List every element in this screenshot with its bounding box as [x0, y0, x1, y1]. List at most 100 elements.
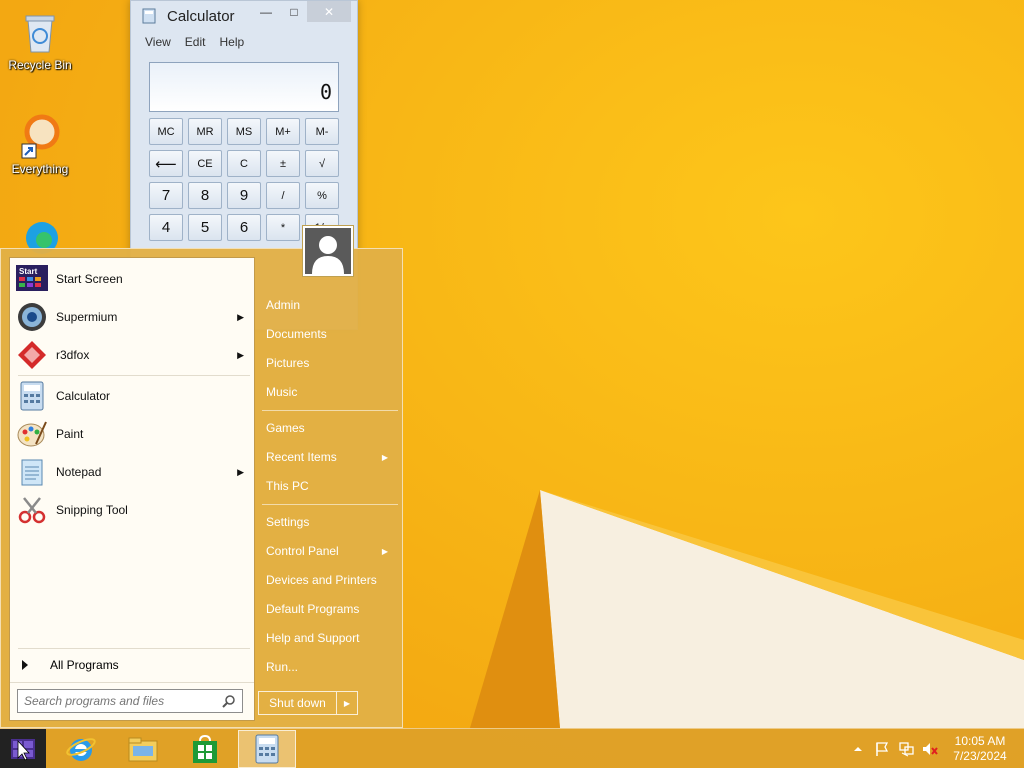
taskbar-store[interactable] — [176, 730, 234, 768]
program-label: Snipping Tool — [56, 503, 128, 517]
memory-add-button[interactable]: M+ — [266, 118, 300, 145]
menu-help[interactable]: Help — [219, 35, 244, 49]
places-separator — [262, 410, 398, 411]
memory-subtract-button[interactable]: M- — [305, 118, 339, 145]
digit-7-button[interactable]: 7 — [149, 182, 183, 209]
clear-button[interactable]: C — [227, 150, 261, 177]
start-orb-icon — [11, 739, 35, 761]
place-help-and-support[interactable]: Help and Support — [258, 626, 398, 650]
program-r3dfox[interactable]: r3dfox ▶ — [10, 337, 254, 373]
clock-date: 7/23/2024 — [953, 749, 1007, 763]
everything-icon — [21, 114, 60, 159]
supermium-icon — [18, 303, 46, 331]
multiply-button[interactable]: * — [266, 214, 300, 241]
submenu-arrow-icon: ▶ — [381, 546, 388, 556]
place-run[interactable]: Run... — [258, 655, 398, 679]
place-label: Devices and Printers — [266, 573, 377, 587]
place-control-panel[interactable]: Control Panel ▶ — [258, 539, 398, 563]
program-snipping-tool[interactable]: Snipping Tool — [10, 492, 254, 528]
desktop-icon-everything[interactable]: Everything — [0, 112, 80, 176]
desktop-icon-recycle-bin[interactable]: Recycle Bin — [0, 8, 80, 72]
maximize-button[interactable]: □ — [283, 1, 305, 22]
place-label: Help and Support — [266, 631, 360, 645]
search-input[interactable] — [24, 691, 222, 711]
clear-entry-button[interactable]: CE — [188, 150, 222, 177]
submenu-arrow-icon: ▶ — [237, 311, 244, 322]
memory-clear-button[interactable]: MC — [149, 118, 183, 145]
shutdown-options-arrow-icon[interactable]: ▶ — [337, 699, 357, 708]
all-programs-separator — [18, 648, 250, 649]
shutdown-button[interactable]: Shut down ▶ — [258, 691, 358, 715]
paint-icon — [17, 421, 47, 447]
calculator-icon — [255, 734, 279, 764]
program-paint[interactable]: Paint — [10, 416, 254, 452]
start-button[interactable] — [0, 729, 46, 768]
memory-store-button[interactable]: MS — [227, 118, 261, 145]
user-avatar-icon — [305, 228, 351, 274]
all-programs-button[interactable]: All Programs — [10, 654, 254, 676]
sqrt-button[interactable]: √ — [305, 150, 339, 177]
program-supermium[interactable]: Supermium ▶ — [10, 299, 254, 335]
taskbar-internet-explorer[interactable] — [52, 730, 110, 768]
memory-recall-button[interactable]: MR — [188, 118, 222, 145]
minimize-button[interactable]: — — [255, 1, 277, 22]
shutdown-label: Shut down — [259, 692, 337, 714]
calculator-icon — [20, 381, 44, 411]
place-documents[interactable]: Documents — [258, 322, 398, 346]
program-label: r3dfox — [56, 348, 90, 362]
taskbar-file-explorer[interactable] — [114, 730, 172, 768]
divide-button[interactable]: / — [266, 182, 300, 209]
backspace-button[interactable]: ⟵ — [149, 150, 183, 177]
place-label: Control Panel — [266, 544, 339, 558]
search-box[interactable] — [17, 689, 243, 713]
close-button[interactable]: ✕ — [307, 1, 351, 22]
digit-9-button[interactable]: 9 — [227, 182, 261, 209]
user-account-picture[interactable] — [302, 225, 354, 277]
all-programs-label: All Programs — [50, 658, 119, 672]
search-icon[interactable] — [222, 694, 236, 708]
program-label: Calculator — [56, 389, 111, 403]
place-this-pc[interactable]: This PC — [258, 474, 398, 498]
place-games[interactable]: Games — [258, 416, 398, 440]
show-hidden-icons-icon[interactable] — [850, 741, 866, 757]
store-icon — [193, 734, 217, 763]
place-label: Pictures — [266, 356, 310, 370]
place-admin[interactable]: Admin — [258, 293, 398, 317]
menu-edit[interactable]: Edit — [185, 35, 206, 49]
negate-button[interactable]: ± — [266, 150, 300, 177]
digit-4-button[interactable]: 4 — [149, 214, 183, 241]
desktop-icon-label: Recycle Bin — [8, 58, 72, 72]
place-default-programs[interactable]: Default Programs — [258, 597, 398, 621]
place-recent-items[interactable]: Recent Items ▶ — [258, 445, 398, 469]
start-menu-programs-pane: Start Start Screen Supermium ▶ r3dfox ▶ — [9, 257, 255, 721]
program-notepad[interactable]: Notepad ▶ — [10, 454, 254, 490]
action-center-flag-icon[interactable] — [874, 741, 890, 757]
place-music[interactable]: Music — [258, 380, 398, 404]
digit-6-button[interactable]: 6 — [227, 214, 261, 241]
digit-5-button[interactable]: 5 — [188, 214, 222, 241]
search-separator — [10, 682, 254, 683]
percent-button[interactable]: % — [305, 182, 339, 209]
program-start-screen[interactable]: Start Start Screen — [10, 261, 254, 297]
menu-view[interactable]: View — [145, 35, 171, 49]
place-devices-and-printers[interactable]: Devices and Printers — [258, 568, 398, 592]
place-label: Documents — [266, 327, 327, 341]
program-calculator[interactable]: Calculator — [10, 378, 254, 414]
network-icon[interactable] — [898, 741, 914, 757]
programs-separator — [18, 375, 250, 376]
system-clock[interactable]: 10:05 AM 7/23/2024 — [946, 734, 1014, 764]
volume-muted-icon[interactable] — [922, 741, 938, 757]
desktop-icon-label: Everything — [11, 162, 69, 176]
place-settings[interactable]: Settings — [258, 510, 398, 534]
calculator-titlebar[interactable]: Calculator — □ ✕ — [131, 1, 357, 31]
r3dfox-icon — [18, 341, 46, 369]
taskbar-calculator[interactable] — [238, 730, 296, 768]
place-label: Games — [266, 421, 305, 435]
place-label: Recent Items — [266, 450, 337, 464]
place-label: Settings — [266, 515, 310, 529]
place-label: Admin — [266, 298, 301, 312]
digit-8-button[interactable]: 8 — [188, 182, 222, 209]
program-label: Paint — [56, 427, 84, 441]
place-pictures[interactable]: Pictures — [258, 351, 398, 375]
clock-time: 10:05 AM — [954, 734, 1006, 748]
